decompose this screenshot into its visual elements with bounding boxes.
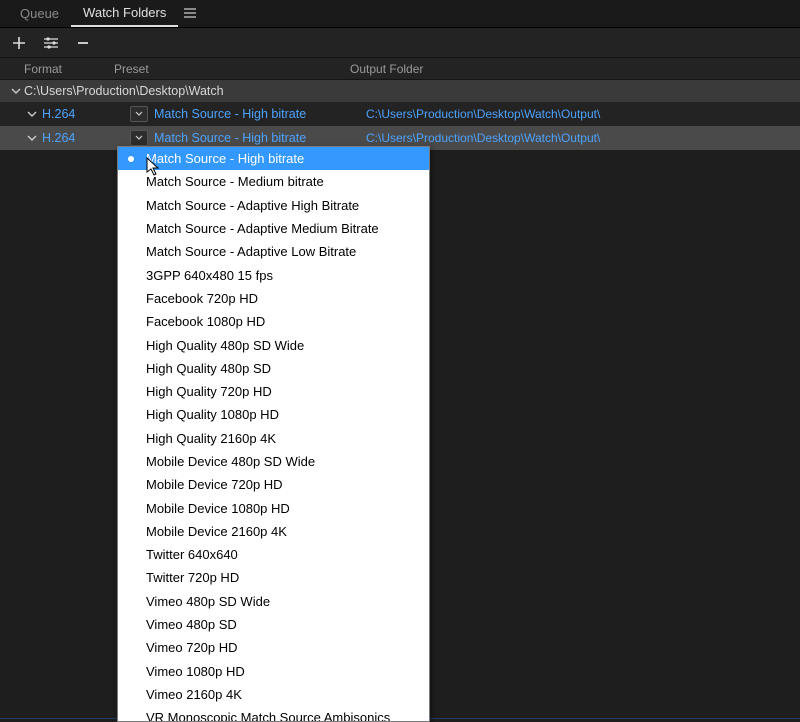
preset-option-label: Vimeo 1080p HD: [146, 664, 245, 679]
preset-option-label: Match Source - Adaptive Low Bitrate: [146, 244, 356, 259]
preset-dropdown[interactable]: Match Source - High bitrate: [152, 131, 306, 145]
preset-dropdown[interactable]: Match Source - High bitrate: [152, 107, 306, 121]
preset-option-label: Mobile Device 720p HD: [146, 477, 283, 492]
preset-option[interactable]: Match Source - Adaptive Low Bitrate: [118, 240, 429, 263]
settings-icon[interactable]: [42, 34, 60, 52]
chevron-down-icon[interactable]: [8, 86, 24, 96]
preset-option[interactable]: Mobile Device 1080p HD: [118, 496, 429, 519]
preset-option[interactable]: Match Source - Adaptive Medium Bitrate: [118, 217, 429, 240]
preset-option-label: High Quality 720p HD: [146, 384, 272, 399]
preset-option-label: High Quality 480p SD: [146, 361, 271, 376]
preset-option[interactable]: High Quality 480p SD: [118, 357, 429, 380]
preset-option-label: Twitter 640x640: [146, 547, 238, 562]
preset-option-label: High Quality 2160p 4K: [146, 431, 276, 446]
watch-folder-list: C:\Users\Production\Desktop\Watch H.264 …: [0, 80, 800, 150]
header-output: Output Folder: [350, 62, 800, 76]
preset-option-label: Vimeo 480p SD Wide: [146, 594, 270, 609]
header-preset: Preset: [114, 62, 350, 76]
preset-dropdown-caret[interactable]: [130, 106, 148, 122]
preset-option-label: Facebook 720p HD: [146, 291, 258, 306]
preset-option[interactable]: Vimeo 2160p 4K: [118, 683, 429, 706]
preset-option[interactable]: Facebook 1080p HD: [118, 310, 429, 333]
preset-option-label: Match Source - Adaptive High Bitrate: [146, 198, 359, 213]
preset-option-label: Mobile Device 480p SD Wide: [146, 454, 315, 469]
column-headers: Format Preset Output Folder: [0, 58, 800, 80]
preset-option[interactable]: Match Source - Adaptive High Bitrate: [118, 194, 429, 217]
format-dropdown[interactable]: H.264: [40, 131, 75, 145]
preset-option-label: 3GPP 640x480 15 fps: [146, 268, 273, 283]
preset-option-label: Match Source - High bitrate: [146, 151, 304, 166]
preset-option-label: Mobile Device 1080p HD: [146, 501, 290, 516]
chevron-down-icon[interactable]: [24, 133, 40, 143]
chevron-down-icon[interactable]: [24, 109, 40, 119]
preset-option[interactable]: 3GPP 640x480 15 fps: [118, 263, 429, 286]
preset-option[interactable]: Match Source - Medium bitrate: [118, 170, 429, 193]
preset-option-label: Twitter 720p HD: [146, 570, 239, 585]
preset-option-label: Match Source - Adaptive Medium Bitrate: [146, 221, 379, 236]
preset-option[interactable]: Vimeo 480p SD: [118, 613, 429, 636]
format-dropdown[interactable]: H.264: [40, 107, 75, 121]
preset-option[interactable]: Vimeo 1080p HD: [118, 660, 429, 683]
job-row[interactable]: H.264 Match Source - High bitrate C:\Use…: [0, 102, 800, 126]
output-folder-link[interactable]: C:\Users\Production\Desktop\Watch\Output…: [366, 107, 600, 121]
toolbar: [0, 28, 800, 58]
preset-option[interactable]: Mobile Device 480p SD Wide: [118, 450, 429, 473]
preset-option[interactable]: Vimeo 480p SD Wide: [118, 590, 429, 613]
preset-option[interactable]: Twitter 640x640: [118, 543, 429, 566]
preset-option[interactable]: Twitter 720p HD: [118, 566, 429, 589]
preset-option-label: Match Source - Medium bitrate: [146, 174, 324, 189]
preset-option[interactable]: Facebook 720p HD: [118, 287, 429, 310]
watch-folder-row[interactable]: C:\Users\Production\Desktop\Watch: [0, 80, 800, 102]
preset-option-label: VR Monoscopic Match Source Ambisonics: [146, 710, 390, 722]
preset-option-label: Mobile Device 2160p 4K: [146, 524, 287, 539]
preset-option-label: Facebook 1080p HD: [146, 314, 265, 329]
preset-option[interactable]: High Quality 2160p 4K: [118, 427, 429, 450]
remove-button[interactable]: [74, 34, 92, 52]
watch-folder-path: C:\Users\Production\Desktop\Watch: [24, 84, 224, 98]
preset-dropdown-menu[interactable]: Match Source - High bitrate Match Source …: [117, 146, 430, 722]
preset-option-label: Vimeo 720p HD: [146, 640, 238, 655]
preset-option[interactable]: High Quality 1080p HD: [118, 403, 429, 426]
preset-option[interactable]: Mobile Device 2160p 4K: [118, 520, 429, 543]
preset-option-label: High Quality 480p SD Wide: [146, 338, 304, 353]
selected-indicator-icon: [128, 156, 134, 162]
preset-option-label: High Quality 1080p HD: [146, 407, 279, 422]
add-button[interactable]: [10, 34, 28, 52]
panel-menu-icon[interactable]: [184, 6, 196, 21]
preset-option[interactable]: VR Monoscopic Match Source Ambisonics: [118, 706, 429, 722]
preset-option[interactable]: Vimeo 720p HD: [118, 636, 429, 659]
preset-option-label: Vimeo 480p SD: [146, 617, 237, 632]
preset-option[interactable]: Mobile Device 720p HD: [118, 473, 429, 496]
panel-tabs: Queue Watch Folders: [0, 0, 800, 28]
header-format: Format: [24, 62, 114, 76]
preset-option[interactable]: High Quality 720p HD: [118, 380, 429, 403]
tab-queue[interactable]: Queue: [8, 2, 71, 26]
preset-option[interactable]: Match Source - High bitrate: [118, 147, 429, 170]
preset-dropdown-caret[interactable]: [130, 130, 148, 146]
tab-watch-folders[interactable]: Watch Folders: [71, 1, 178, 27]
preset-option[interactable]: High Quality 480p SD Wide: [118, 333, 429, 356]
output-folder-link[interactable]: C:\Users\Production\Desktop\Watch\Output…: [366, 131, 600, 145]
preset-option-label: Vimeo 2160p 4K: [146, 687, 242, 702]
